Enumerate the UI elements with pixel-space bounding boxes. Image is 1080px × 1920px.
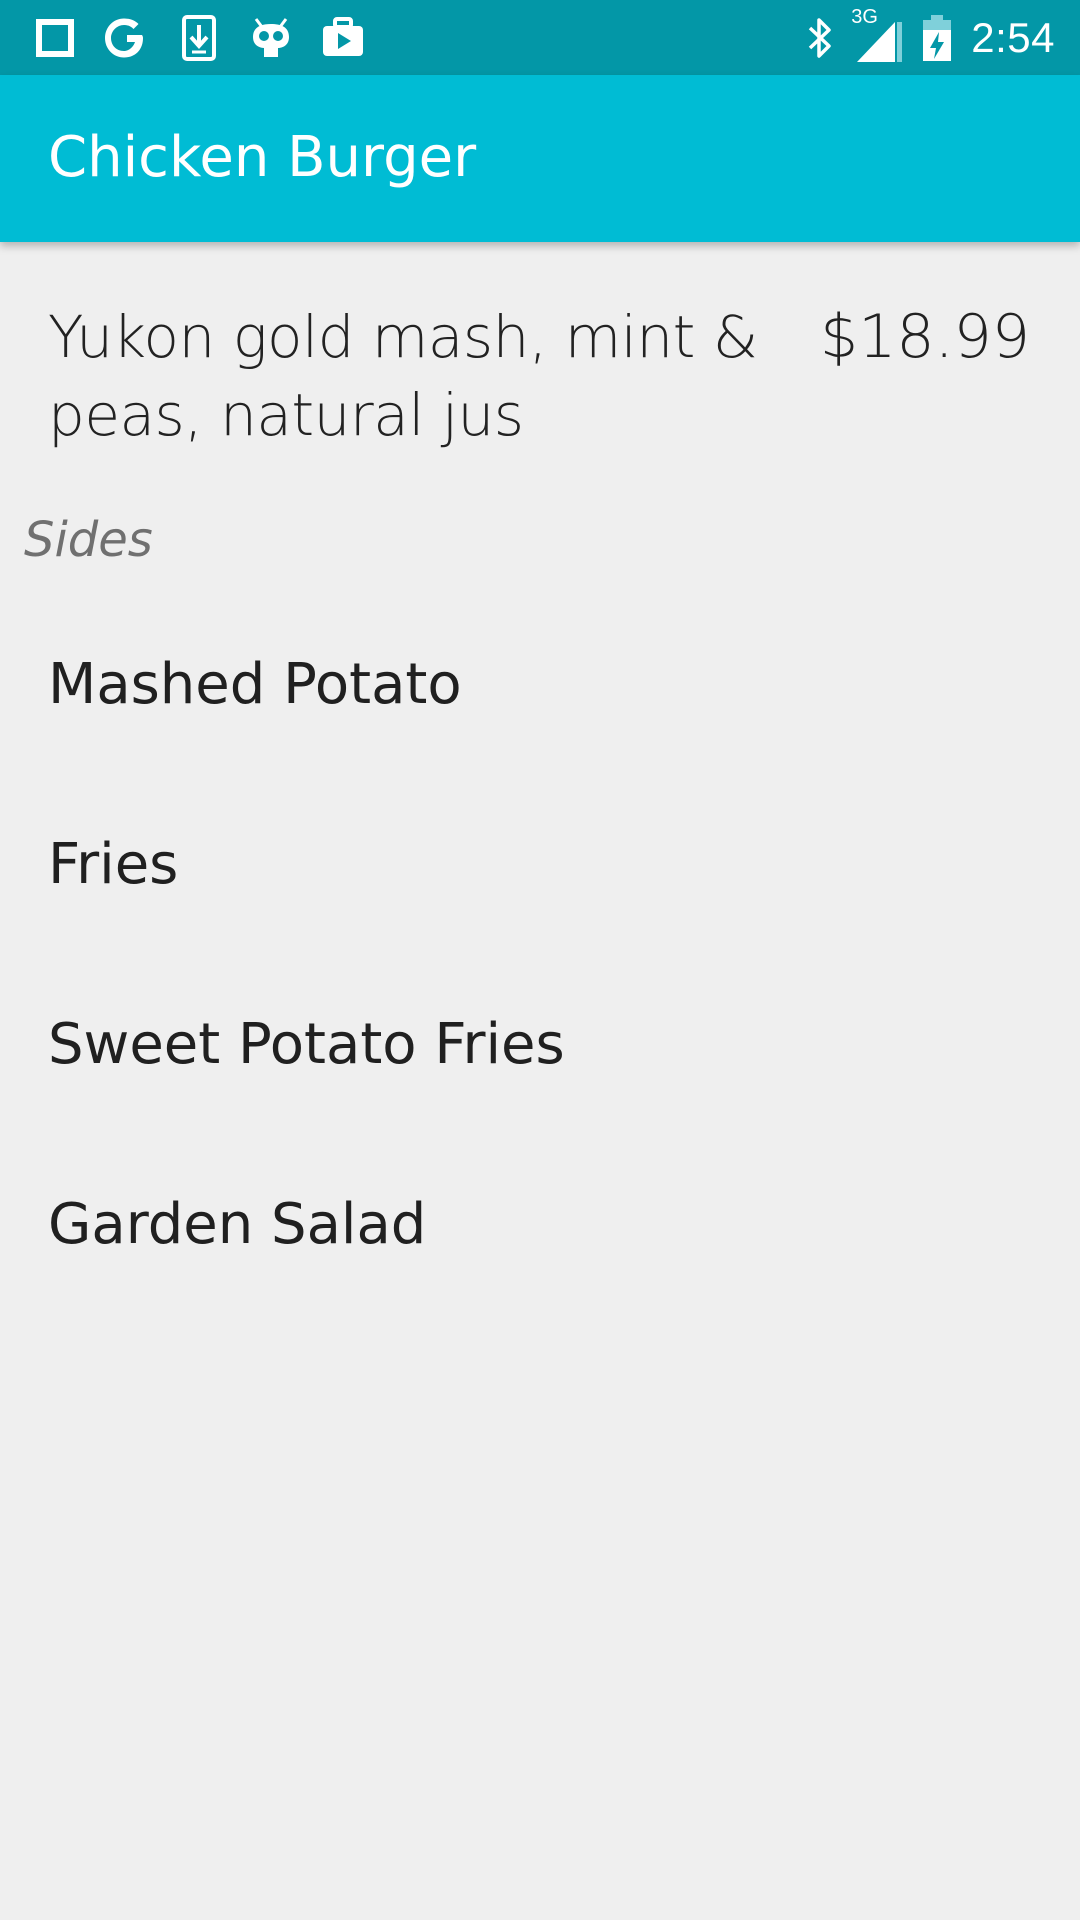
side-option-sweet-potato-fries[interactable]: Sweet Potato Fries [0,954,1080,1134]
side-option-label: Sweet Potato Fries [48,1011,565,1077]
briefcase-play-icon [318,13,368,63]
item-price: $18.99 [820,302,1030,372]
notification-icons [30,13,390,63]
side-option-fries[interactable]: Fries [0,774,1080,954]
network-type-label: 3G [851,5,878,28]
square-notification-icon [30,13,80,63]
sides-list: Mashed Potato Fries Sweet Potato Fries G… [0,622,1080,1342]
download-icon [174,13,224,63]
system-icons: 3G 2:54 [807,6,1055,65]
side-option-garden-salad[interactable]: Garden Salad [0,1134,1080,1314]
status-bar: 3G 2:54 [0,0,1080,75]
status-clock: 2:54 [971,13,1055,61]
item-description: Yukon gold mash, mint & peas, natural ju… [48,303,758,449]
bluetooth-icon [807,16,833,60]
side-option-label: Garden Salad [48,1191,427,1257]
sides-header: Sides [24,512,153,568]
item-summary: Yukon gold mash, mint & peas, natural ju… [0,242,1080,492]
side-option-label: Fries [48,831,179,897]
app-bar: Chicken Burger [0,75,1080,242]
page-title: Chicken Burger [48,125,477,190]
side-option-mashed-potato[interactable]: Mashed Potato [0,594,1080,774]
battery-charging-icon [921,14,953,62]
cyanogen-icon [246,13,296,63]
item-detail: Yukon gold mash, mint & peas, natural ju… [0,242,1080,1257]
side-option-label: Mashed Potato [48,651,462,717]
google-icon [102,13,152,63]
signal-3g-icon: 3G [851,6,903,64]
